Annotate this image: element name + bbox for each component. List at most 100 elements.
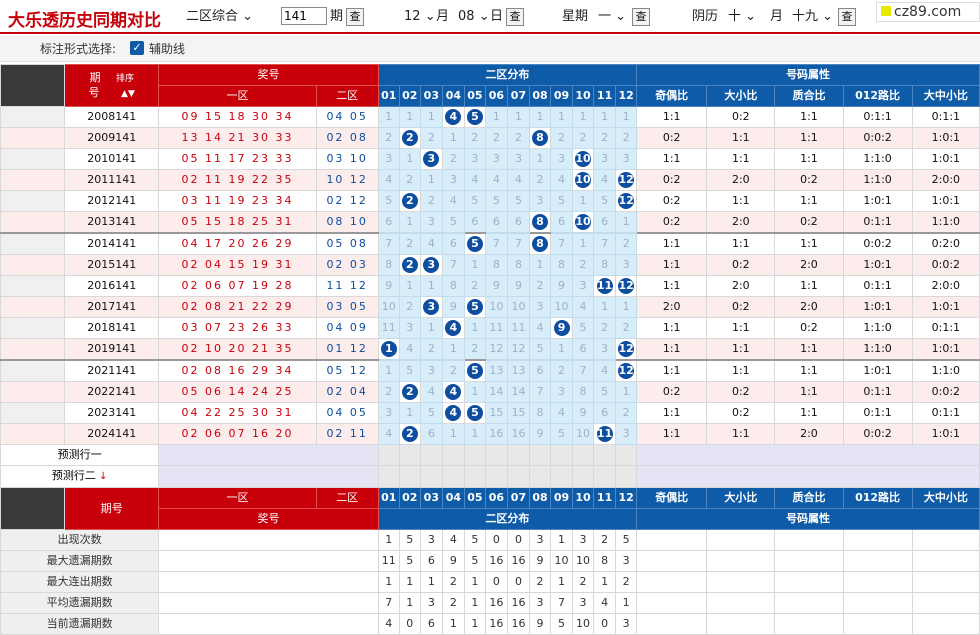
predict-dist-cell[interactable]: [506, 465, 530, 488]
attr-cell: 1:1: [636, 359, 708, 382]
issue-cell[interactable]: 2008141: [64, 106, 160, 128]
attr-cell: 1:1: [636, 106, 708, 128]
dist-cell: 5: [528, 338, 552, 361]
predict-dist-cell[interactable]: [484, 444, 508, 466]
issue-cell[interactable]: 2023141: [64, 402, 160, 424]
predict-dist-cell[interactable]: [593, 465, 617, 488]
issue-cell[interactable]: 2010141: [64, 148, 160, 170]
predict-dist-cell[interactable]: [549, 444, 574, 466]
dist-num-header: 05: [463, 85, 486, 107]
attr-cell: 0:2: [706, 381, 776, 403]
issue-header-text: 期: [89, 70, 101, 84]
stat-value: 4: [593, 592, 617, 614]
query-button-lunar[interactable]: 查: [838, 8, 856, 26]
stat-value: 9: [528, 550, 552, 572]
stat-value: 3: [572, 592, 595, 614]
stat-label: 当前遗漏期数: [0, 613, 160, 635]
predict-dist-cell[interactable]: [441, 444, 465, 466]
dist-cell: 6: [593, 211, 617, 234]
drawn-ball: 4: [445, 320, 462, 336]
predict-dist-cell[interactable]: [615, 465, 638, 488]
issue-cell[interactable]: 2013141: [64, 211, 160, 234]
predict-dist-cell[interactable]: [528, 444, 552, 466]
predict-dist-cell[interactable]: [377, 465, 400, 488]
predict-label[interactable]: 预测行一: [0, 444, 160, 466]
stat-attr-cell: [774, 571, 844, 593]
issue-cell[interactable]: 2012141: [64, 190, 160, 212]
issue-cell[interactable]: 2022141: [64, 381, 160, 403]
query-button-weekday[interactable]: 查: [632, 8, 650, 26]
issue-cell[interactable]: 2018141: [64, 317, 160, 339]
predict-dist-cell[interactable]: [528, 465, 552, 488]
attr-cell: 0:2: [774, 169, 844, 191]
predict-prize-cell[interactable]: [158, 465, 379, 488]
predict-dist-cell[interactable]: [506, 444, 530, 466]
table-row: 2012141 03 11 19 23 34 02 12 5 2 2 4 5 5 5 3 5 1 5 12 0…: [0, 190, 980, 212]
solar-month-select[interactable]: 12 ⌄: [404, 8, 436, 26]
predict-dist-cell[interactable]: [419, 444, 443, 466]
stat-attr-cell: [911, 592, 980, 614]
table-row: 2013141 05 15 18 25 31 08 10 6 1 3 5 6 6 6 8 6 10 6 1 0…: [0, 211, 980, 234]
checkbox-icon[interactable]: ✓: [130, 41, 144, 55]
zone2-numbers: 02 04: [315, 381, 379, 403]
stat-value: 2: [528, 571, 552, 593]
dist-num-header: 02: [398, 85, 421, 107]
predict-prize-cell[interactable]: [158, 444, 379, 466]
predict-dist-cell[interactable]: [572, 465, 595, 488]
stat-value: 6: [419, 550, 443, 572]
dist-cell: 2: [463, 338, 486, 361]
weekday-select[interactable]: 一 ⌄: [598, 8, 626, 26]
drawn-ball: 5: [466, 109, 483, 125]
dist-cell: 1: [463, 423, 486, 445]
dist-cell: 7: [377, 232, 400, 255]
stat-value: 3: [528, 529, 552, 551]
predict-dist-cell[interactable]: [398, 444, 421, 466]
stat-attr-cell: [842, 592, 913, 614]
issue-cell[interactable]: 2016141: [64, 275, 160, 297]
issue-input[interactable]: 141: [281, 7, 327, 25]
issue-cell[interactable]: 2011141: [64, 169, 160, 191]
dist-cell: 15: [484, 402, 508, 424]
dist-cell: 1: [398, 275, 421, 297]
solar-day-select[interactable]: 08 ⌄: [458, 8, 490, 26]
dist-cell: 6: [419, 423, 443, 445]
predict-dist-cell[interactable]: [419, 465, 443, 488]
issue-cell[interactable]: 2017141: [64, 296, 160, 318]
predict-dist-cell[interactable]: [441, 465, 465, 488]
issue-cell[interactable]: 2015141: [64, 254, 160, 276]
predict-dist-cell[interactable]: [615, 444, 638, 466]
predict-dist-cell[interactable]: [463, 444, 486, 466]
issue-cell[interactable]: 2024141: [64, 423, 160, 445]
query-button-issue[interactable]: 查: [346, 8, 364, 26]
predict-dist-cell[interactable]: [572, 444, 595, 466]
predict-label[interactable]: 预测行二 ↓: [0, 465, 160, 488]
query-button-date[interactable]: 查: [506, 8, 524, 26]
stat-value: 2: [441, 592, 465, 614]
zone2-numbers: 01 12: [315, 338, 379, 361]
predict-dist-cell[interactable]: [549, 465, 574, 488]
lunar-month-select[interactable]: 十 ⌄: [728, 8, 756, 26]
issue-cell[interactable]: 2009141: [64, 127, 160, 149]
predict-dist-cell[interactable]: [463, 465, 486, 488]
attr-col-header: 大小比: [706, 85, 776, 107]
sort-arrows-icon[interactable]: ▲▼: [121, 89, 135, 99]
stat-attr-cell: [706, 529, 776, 551]
zone1-numbers: 05 15 18 25 31: [158, 211, 317, 234]
issue-cell[interactable]: 2014141: [64, 232, 160, 255]
predict-dist-cell[interactable]: [484, 465, 508, 488]
predict-dist-cell[interactable]: [398, 465, 421, 488]
issue-cell[interactable]: 2019141: [64, 338, 160, 361]
sort-label[interactable]: 排序: [116, 74, 134, 84]
predict-dist-cell[interactable]: [593, 444, 617, 466]
arrow-down-icon[interactable]: ↓: [96, 471, 107, 482]
stat-value: 3: [528, 592, 552, 614]
dist-cell: 2: [572, 127, 595, 149]
dist-cell: 4: [398, 338, 421, 361]
predict-dist-cell[interactable]: [377, 444, 400, 466]
dist-cell: 4: [549, 402, 574, 424]
issue-cell[interactable]: 2021141: [64, 359, 160, 382]
dist-cell: 9: [528, 423, 552, 445]
lunar-day-select[interactable]: 十九 ⌄: [792, 8, 833, 26]
zone-select[interactable]: 二区综合 ⌄: [186, 8, 253, 26]
issue-header[interactable]: 期 排序 号 ▲▼: [64, 64, 160, 107]
